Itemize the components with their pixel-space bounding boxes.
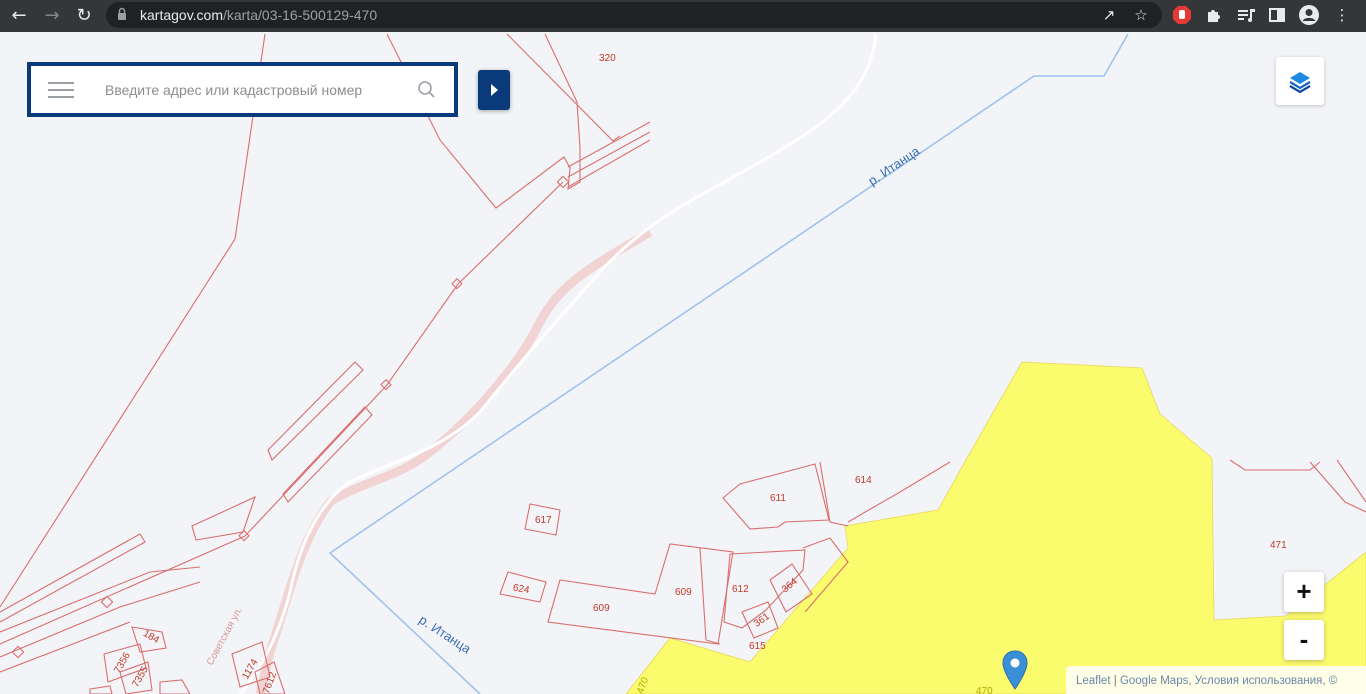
lock-icon: [118, 7, 126, 20]
map-attribution: Leaflet | Google Maps, Условия использов…: [1066, 666, 1366, 694]
adblock-icon[interactable]: [1171, 4, 1193, 26]
parcel-label: 7356: [112, 650, 133, 675]
google-maps-link[interactable]: Google Maps,: [1120, 675, 1192, 687]
parcel-label: 361: [752, 611, 772, 630]
reload-icon[interactable]: ↻: [72, 4, 96, 28]
location-marker-icon[interactable]: [1002, 650, 1028, 690]
chevron-right-icon: [491, 84, 498, 96]
parcel-label: 615: [749, 641, 766, 652]
search-panel: [27, 62, 458, 117]
extensions-icon[interactable]: [1203, 4, 1225, 26]
zoom-in-button[interactable]: +: [1284, 572, 1324, 612]
profile-icon[interactable]: [1298, 4, 1320, 26]
road: [255, 228, 653, 694]
parcel-label: 609: [675, 587, 692, 598]
zoom-out-button[interactable]: -: [1284, 620, 1324, 660]
back-arrow-icon[interactable]: ←: [7, 4, 31, 28]
forward-arrow-icon[interactable]: →: [40, 4, 64, 28]
parcel-label: 471: [1270, 540, 1287, 551]
highlighted-parcel[interactable]: [625, 361, 1366, 694]
menu-dots-icon[interactable]: ⋮: [1331, 4, 1353, 26]
terms-link[interactable]: Условия использования, ©: [1195, 675, 1338, 687]
url-text: kartagov.com/karta/03-16-500129-470: [140, 7, 378, 23]
search-input[interactable]: [105, 79, 405, 101]
media-icon[interactable]: [1235, 4, 1257, 26]
attribution-separator: |: [1113, 675, 1117, 687]
map-layer: 320 611 614 617 609 612 364 361 615 624 …: [0, 33, 1366, 694]
layers-icon: [1289, 72, 1311, 94]
river-label: р. Итанца: [865, 143, 923, 189]
parcel-label: 470: [976, 686, 993, 694]
hamburger-menu-icon[interactable]: [48, 82, 74, 100]
street-label: Советская ул.: [205, 605, 245, 667]
star-icon[interactable]: ☆: [1132, 6, 1150, 24]
parcel-label: 320: [599, 53, 616, 64]
browser-toolbar: ← → ↻ kartagov.com/karta/03-16-500129-47…: [0, 0, 1366, 32]
parcel-label: 7355: [130, 664, 151, 689]
parcel-label: 611: [770, 493, 786, 504]
share-icon[interactable]: ↗: [1100, 6, 1118, 24]
parcel-label: 624: [512, 582, 531, 596]
map-canvas[interactable]: 320 611 614 617 609 612 364 361 615 624 …: [0, 32, 1366, 694]
leaflet-link[interactable]: Leaflet: [1076, 675, 1111, 687]
expand-panel-button[interactable]: [478, 70, 510, 110]
parcel-label: 609: [593, 603, 610, 614]
river-label: р. Итанца: [416, 612, 474, 657]
address-bar[interactable]: kartagov.com/karta/03-16-500129-470 ↗ ☆: [106, 2, 1162, 28]
sidepanel-icon[interactable]: [1266, 4, 1288, 26]
parcel-label: 617: [535, 515, 552, 526]
parcel-label: 612: [732, 584, 749, 595]
layers-button[interactable]: [1276, 57, 1324, 105]
search-icon[interactable]: [417, 80, 437, 100]
parcel-label: 614: [855, 475, 872, 486]
